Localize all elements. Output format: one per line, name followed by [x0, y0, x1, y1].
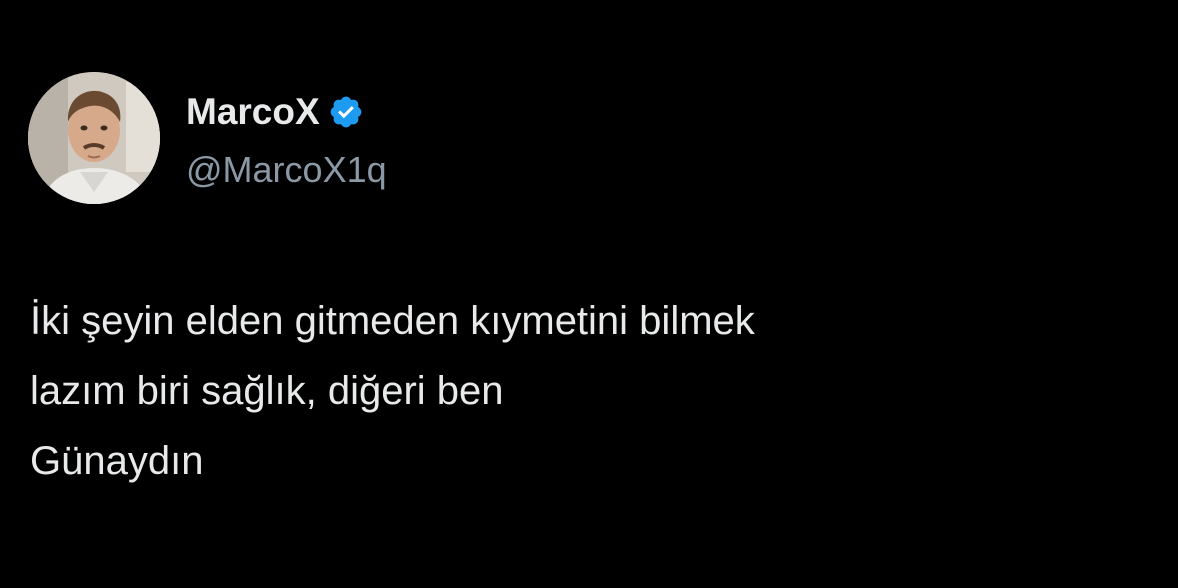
tweet-text-line: Günaydın: [30, 439, 204, 483]
author-name-row: MarcoX: [186, 90, 364, 134]
tweet-card: MarcoX @MarcoX1q İki şeyin elden gitmede…: [0, 0, 1178, 588]
profile-photo: [28, 72, 160, 204]
author-display-name[interactable]: MarcoX: [186, 90, 320, 134]
tweet-text: İki şeyin elden gitmeden kıymetini bilme…: [30, 286, 1130, 496]
tweet-text-line: lazım biri sağlık, diğeri ben: [30, 369, 504, 413]
avatar[interactable]: [28, 72, 160, 204]
author-handle[interactable]: @MarcoX1q: [186, 148, 387, 192]
verified-badge-icon: [328, 94, 364, 130]
tweet-text-line: İki şeyin elden gitmeden kıymetini bilme…: [30, 299, 755, 343]
